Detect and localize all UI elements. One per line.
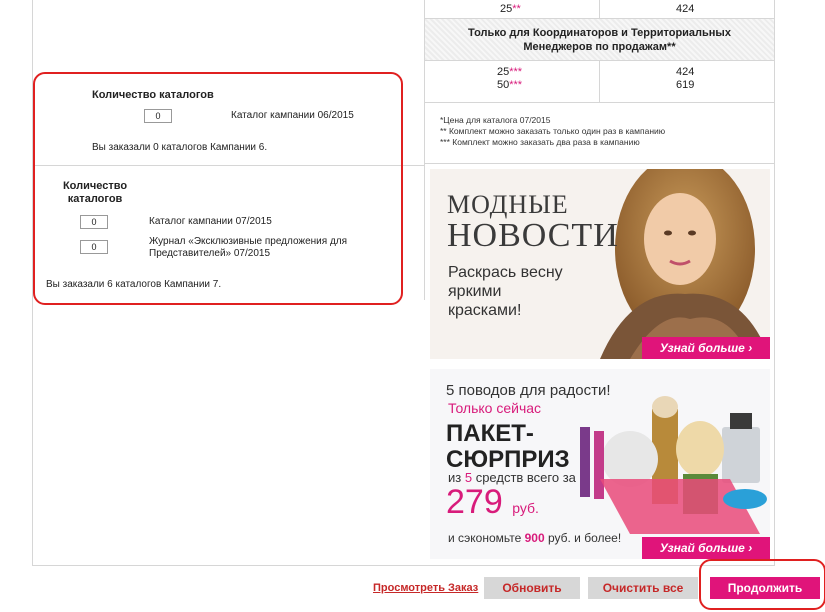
banner1-title: МОДНЫЕ НОВОСТИ (447, 191, 619, 253)
bottom-border (32, 565, 775, 566)
price-table-line-4 (424, 163, 774, 164)
banner2-save: и сэкономьте 900 руб. и более! (448, 531, 621, 545)
update-button[interactable]: Обновить (484, 577, 580, 599)
banner2-save-pre: и сэкономьте (448, 531, 525, 545)
price-rows-qty: 25*** 50*** (497, 66, 522, 92)
coordinators-header: Только для Координаторов и Территориальн… (425, 26, 774, 54)
banner-fashion-news[interactable]: МОДНЫЕ НОВОСТИ Раскрась весну яркими кра… (430, 169, 770, 359)
row2-qty: 50 (497, 79, 510, 91)
banner2-line1: 5 поводов для радости! (446, 382, 611, 399)
banner2-price: 279 руб. (446, 483, 539, 522)
price-row-2-qty: 50*** (497, 79, 522, 92)
coordinators-header-line2: Менеджеров по продажам** (523, 41, 676, 53)
banner1-text-line1: Раскрась весну (448, 264, 563, 281)
right-border (774, 0, 775, 565)
banner2-save-post: руб. и более! (544, 531, 622, 545)
banner2-line2: Только сейчас (448, 400, 542, 416)
row1-price: 424 (676, 66, 695, 78)
highlight-box-continue (699, 559, 825, 610)
note-3: *** Комплект можно заказать два раза в к… (440, 137, 640, 147)
price-row-top-qty: 25** (500, 3, 521, 15)
banner1-text: Раскрась весну яркими красками! (448, 263, 563, 320)
banner1-cta-label: Узнай больше (659, 341, 745, 355)
price-col-divider (599, 60, 600, 102)
row-top-stars: ** (512, 3, 521, 15)
banner2-currency: руб. (512, 500, 539, 516)
banner2-cta-label: Узнай больше (659, 541, 745, 555)
banner1-text-line2: яркими (448, 283, 502, 300)
row2-price: 619 (676, 79, 695, 91)
price-row-1-qty: 25*** (497, 66, 522, 79)
price-row-top-price: 424 (676, 3, 695, 15)
banner1-text-line3: красками! (448, 302, 522, 319)
banner1-cta[interactable]: Узнай больше › (642, 337, 770, 359)
price-rows-price: 424 619 (676, 66, 694, 92)
row1-qty: 25 (497, 66, 510, 78)
chevron-right-icon: › (748, 341, 753, 355)
banner2-save-num: 900 (524, 531, 545, 545)
banner2-title-line1: ПАКЕТ- (446, 420, 534, 447)
banner1-title-line2: НОВОСТИ (447, 217, 619, 254)
banner1-title-line1: МОДНЫЕ (447, 190, 569, 219)
row1-stars: *** (509, 66, 523, 78)
row2-stars: *** (509, 79, 523, 91)
coordinators-header-line1: Только для Координаторов и Территориальн… (468, 27, 731, 39)
view-order-link[interactable]: Просмотреть Заказ (373, 582, 478, 594)
highlight-box-catalogs (33, 72, 403, 305)
clear-all-button[interactable]: Очистить все (588, 577, 698, 599)
banner2-price-value: 279 (446, 483, 503, 521)
row-top-qty: 25 (500, 3, 513, 15)
price-notes: *Цена для каталога 07/2015 ** Комплект м… (440, 115, 665, 148)
price-table-line-3 (424, 102, 774, 103)
note-2: ** Комплект можно заказать только один р… (440, 126, 666, 136)
banner2-title: ПАКЕТ- СЮРПРИЗ (446, 421, 570, 473)
banner-surprise-pack[interactable]: 5 поводов для радости! Только сейчас ПАК… (430, 369, 770, 559)
note-1: *Цена для каталога 07/2015 (440, 115, 551, 125)
banner2-cta[interactable]: Узнай больше › (642, 537, 770, 559)
chevron-right-icon: › (748, 541, 753, 555)
price-col-divider-top (599, 0, 600, 18)
